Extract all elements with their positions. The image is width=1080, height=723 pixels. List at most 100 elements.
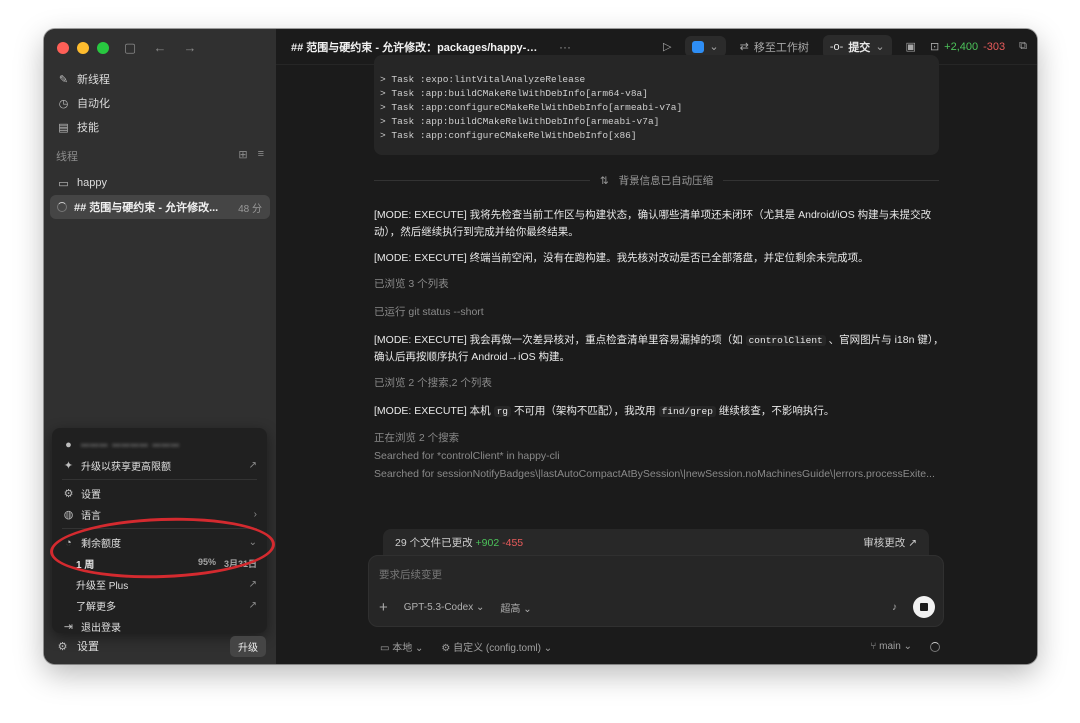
account-email: ꟷꟷꟷ ꟷꟷꟷꟷ ꟷꟷꟷ	[81, 440, 180, 452]
section-title: 线程	[56, 151, 78, 163]
vscode-icon	[692, 40, 705, 53]
upgrade-button[interactable]: 升级	[230, 635, 266, 657]
menu-item-label: 设置	[81, 490, 101, 501]
message-stream: [MODE: EXECUTE] 我将先检查当前工作区与构建状态，确认哪些清单项还…	[374, 207, 944, 483]
minimize-window-button[interactable]	[77, 42, 89, 54]
composer: 要求后续变更 + GPT-5.3-Codex ⌄ 超高 ⌄ ♪	[368, 555, 944, 627]
new-folder-icon[interactable]: ⊞	[238, 148, 247, 164]
copy-icon[interactable]: ⧉	[1019, 40, 1027, 53]
gear-icon: ⚙	[441, 643, 454, 654]
chevron-down-icon: ⌄	[476, 601, 485, 613]
sidebar-footer: ⚙ 设置 升级	[56, 635, 266, 657]
sidebar-nav: ✎ 新线程 ◷ 自动化 ▤ 技能	[50, 67, 270, 139]
window-controls	[57, 42, 109, 54]
close-window-button[interactable]	[57, 42, 69, 54]
thread-time: 48 分	[238, 203, 262, 215]
code-line: > Task :expo:lintVitalAnalyzeRelease	[380, 74, 586, 85]
activity-item[interactable]: 已浏览 3 个列表	[374, 276, 944, 293]
sidebar-item-automation[interactable]: ◷ 自动化	[50, 91, 270, 115]
sidebar-item-label: 新线程	[77, 74, 110, 86]
activity-item[interactable]: 已浏览 2 个搜索,2 个列表	[374, 375, 944, 392]
loading-spinner-icon	[930, 641, 940, 652]
activity-item[interactable]: 已运行 git status --short	[374, 304, 944, 321]
sidebar-item-skills[interactable]: ▤ 技能	[50, 115, 270, 139]
branch-selector[interactable]: ⑂ main ⌄	[870, 641, 912, 652]
threads-section-header: 线程 ⊞ ≡	[56, 148, 264, 164]
sidebar-toggle-icon[interactable]: ▢	[122, 40, 138, 56]
inline-code: rg	[493, 406, 512, 417]
branch-label: main	[879, 641, 901, 652]
code-line: > Task :app:configureCMakeRelWithDebInfo…	[380, 130, 637, 141]
config-selector[interactable]: ⚙ 自定义 (config.toml) ⌄	[441, 639, 552, 654]
message-text: 继续核查，不影响执行。	[718, 405, 835, 417]
sidebar-item-new-thread[interactable]: ✎ 新线程	[50, 67, 270, 91]
diff-del-count: -303	[983, 40, 1006, 53]
settings-menu-item[interactable]: ⚙ 设置	[52, 483, 267, 504]
activity-item: Searched for sessionNotifyBadges\|lastAu…	[374, 468, 935, 480]
message-text: [MODE: EXECUTE] 本机	[374, 405, 491, 417]
settings-button[interactable]: 设置	[77, 638, 222, 654]
activity-item[interactable]: 正在浏览 2 个搜索	[374, 429, 944, 447]
thread-item-active[interactable]: ## 范围与硬约束 - 允许修改... 48 分	[50, 195, 270, 219]
thread-title: ## 范围与硬约束 - 允许修改...	[74, 202, 219, 214]
code-line: > Task :app:buildCMakeRelWithDebInfo[arm…	[380, 116, 660, 127]
git-branch-icon: ⑂	[870, 641, 880, 652]
model-label: GPT-5.3-Codex	[403, 601, 474, 613]
microphone-icon[interactable]: ♪	[892, 602, 897, 613]
add-attachment-icon[interactable]: +	[379, 599, 388, 616]
sparkle-icon: ✦	[63, 460, 74, 472]
review-changes-button[interactable]: 审核更改 ↗	[863, 535, 917, 550]
logout-menu-item[interactable]: ⇥ 退出登录	[52, 616, 267, 637]
menu-item-label: 退出登录	[81, 623, 121, 634]
more-options-icon[interactable]: ···	[559, 40, 571, 54]
inline-code: find/grep	[658, 406, 716, 417]
code-line: > Task :app:buildCMakeRelWithDebInfo[arm…	[380, 88, 648, 99]
learn-more-item[interactable]: 了解更多 ↗	[52, 595, 267, 616]
main-panel: ## 范围与硬约束 - 允许修改：packages/happy-ap... ··…	[276, 29, 1037, 664]
account-row: ● ꟷꟷꟷ ꟷꟷꟷꟷ ꟷꟷꟷ	[52, 434, 267, 455]
open-in-vscode-button[interactable]: ⌄	[685, 36, 726, 57]
chevron-right-icon: ›	[253, 509, 257, 520]
zoom-window-button[interactable]	[97, 42, 109, 54]
run-icon[interactable]: ▷	[663, 40, 671, 53]
logout-icon: ⇥	[63, 621, 74, 633]
assistant-message: [MODE: EXECUTE] 终端当前空闲，没有在跑构建。我先核对改动是否已全…	[374, 252, 869, 264]
environment-label: 本地	[392, 643, 413, 654]
upgrade-limit-item[interactable]: ✦ 升级以获享更高限额 ↗	[52, 455, 267, 476]
diff-button[interactable]: ⊡ +2,400 -303	[929, 40, 1006, 54]
back-arrow-icon[interactable]: ←	[152, 40, 168, 56]
chevron-down-icon: ⌄	[709, 41, 719, 53]
menu-item-label: 升级以获享更高限额	[81, 462, 171, 473]
menu-divider	[62, 479, 257, 480]
assistant-message: [MODE: EXECUTE] 本机 rg 不可用（架构不匹配），我改用 fin…	[374, 403, 944, 420]
activity-item: Searched for *controlClient* in happy-cl…	[374, 450, 560, 462]
filter-icon[interactable]: ≡	[258, 148, 264, 164]
app-window: ▢ ← → ✎ 新线程 ◷ 自动化 ▤ 技能 线程 ⊞ ≡ ▭ happy ##…	[44, 29, 1037, 664]
chevron-down-icon: ⌄	[543, 643, 553, 654]
gear-icon: ⚙	[63, 488, 74, 500]
model-selector[interactable]: GPT-5.3-Codex ⌄	[404, 602, 485, 613]
effort-selector[interactable]: 超高 ⌄	[500, 600, 531, 615]
move-to-worktree-button[interactable]: ⇄ 移至工作树	[740, 39, 809, 55]
changed-files-bar: 29 个文件已更改 +902 -455 审核更改 ↗	[383, 529, 929, 555]
diff-icon: ⊡	[929, 41, 940, 53]
thread-folder-happy[interactable]: ▭ happy	[50, 171, 270, 195]
gear-icon: ⚙	[57, 640, 68, 653]
composer-input[interactable]: 要求后续变更	[379, 567, 442, 582]
stop-button[interactable]	[913, 596, 935, 618]
message-text: [MODE: EXECUTE] 我会再做一次差异核对，重点检查清单里容易漏掉的项…	[374, 334, 743, 346]
forward-arrow-icon[interactable]: →	[182, 40, 198, 56]
terminal-icon[interactable]: ▣	[906, 40, 916, 53]
context-compressed-divider: ⇅ 背景信息已自动压缩	[374, 173, 939, 188]
diff-add-count: +2,400	[944, 40, 979, 53]
folder-label: happy	[77, 177, 107, 189]
inline-code: controlClient	[745, 335, 826, 346]
environment-selector[interactable]: ▭ 本地 ⌄	[380, 639, 423, 654]
globe-icon: ◍	[63, 509, 74, 521]
clock-icon: ◷	[58, 97, 69, 110]
terminal-output-block: > Task :expo:lintVitalAnalyzeRelease > T…	[374, 55, 939, 155]
config-label: 自定义 (config.toml)	[453, 643, 541, 654]
sidebar-item-label: 自动化	[77, 98, 110, 110]
button-label: 提交	[848, 41, 871, 54]
external-link-icon: ↗	[248, 600, 257, 611]
